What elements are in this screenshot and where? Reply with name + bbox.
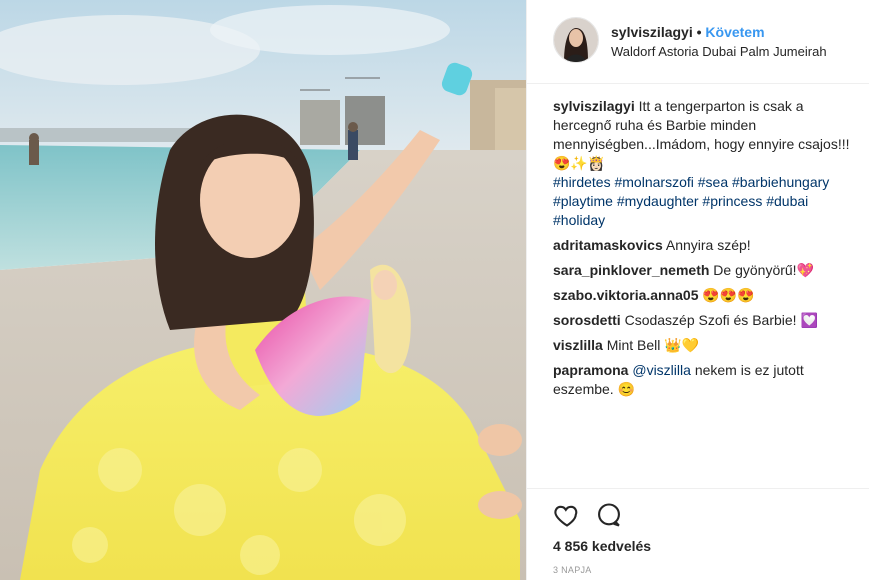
follow-button[interactable]: Követem (705, 24, 764, 40)
beach-photo-image (0, 0, 526, 580)
avatar[interactable] (553, 17, 599, 63)
comment-text: De gyönyörű!💖 (713, 262, 814, 278)
hashtag[interactable]: #molnarszofi (614, 174, 693, 190)
comments-list: sylviszilagyi Itt a tengerparton is csak… (553, 97, 863, 405)
comment: sorosdetti Csodaszép Szofi és Barbie! 💟 (553, 311, 863, 330)
caption: sylviszilagyi Itt a tengerparton is csak… (553, 97, 863, 230)
comment-mention[interactable]: @viszlilla (632, 362, 691, 378)
comment-text: Csodaszép Szofi és Barbie! 💟 (624, 312, 818, 328)
hashtag[interactable]: #sea (698, 174, 728, 190)
hashtag[interactable]: #barbiehungary (732, 174, 829, 190)
comment-username[interactable]: adritamaskovics (553, 237, 663, 253)
action-bar (527, 488, 869, 527)
hashtag[interactable]: #hirdetes (553, 174, 611, 190)
comment: papramona @viszlilla nekem is ez jutott … (553, 361, 863, 399)
instagram-post: sylviszilagyi • Követem Waldorf Astoria … (0, 0, 889, 580)
header-line: sylviszilagyi • Követem (611, 24, 765, 40)
comment-icon[interactable] (595, 501, 623, 529)
hashtag[interactable]: #dubai (766, 193, 808, 209)
likes-count[interactable]: 4 856 kedvelés (553, 538, 651, 554)
location-link[interactable]: Waldorf Astoria Dubai Palm Jumeirah (611, 44, 827, 59)
comment-username[interactable]: szabo.viktoria.anna05 (553, 287, 699, 303)
header-username[interactable]: sylviszilagyi (611, 24, 693, 40)
comment-username[interactable]: viszlilla (553, 337, 603, 353)
comment: adritamaskovics Annyira szép! (553, 236, 863, 255)
hashtag[interactable]: #holiday (553, 212, 605, 228)
avatar-image (554, 18, 598, 62)
hashtag[interactable]: #playtime (553, 193, 613, 209)
comment: viszlilla Mint Bell 👑💛 (553, 336, 863, 355)
post-photo[interactable] (0, 0, 526, 580)
hashtag[interactable]: #mydaughter (617, 193, 699, 209)
comment: sara_pinklover_nemeth De gyönyörű!💖 (553, 261, 863, 280)
header-separator: • (696, 24, 702, 40)
comment-username[interactable]: papramona (553, 362, 628, 378)
comment-text: Mint Bell 👑💛 (606, 337, 700, 353)
hashtag[interactable]: #princess (702, 193, 762, 209)
comment-text: 😍😍😍 (702, 287, 755, 303)
caption-author[interactable]: sylviszilagyi (553, 98, 635, 114)
post-timestamp: 3 NAPJA (553, 565, 592, 575)
comment: szabo.viktoria.anna05 😍😍😍 (553, 286, 863, 305)
post-sidebar: sylviszilagyi • Követem Waldorf Astoria … (526, 0, 889, 580)
heart-icon[interactable] (553, 501, 581, 529)
post-header: sylviszilagyi • Követem Waldorf Astoria … (527, 0, 869, 84)
comment-text: Annyira szép! (665, 237, 751, 253)
comment-username[interactable]: sorosdetti (553, 312, 621, 328)
comment-username[interactable]: sara_pinklover_nemeth (553, 262, 709, 278)
